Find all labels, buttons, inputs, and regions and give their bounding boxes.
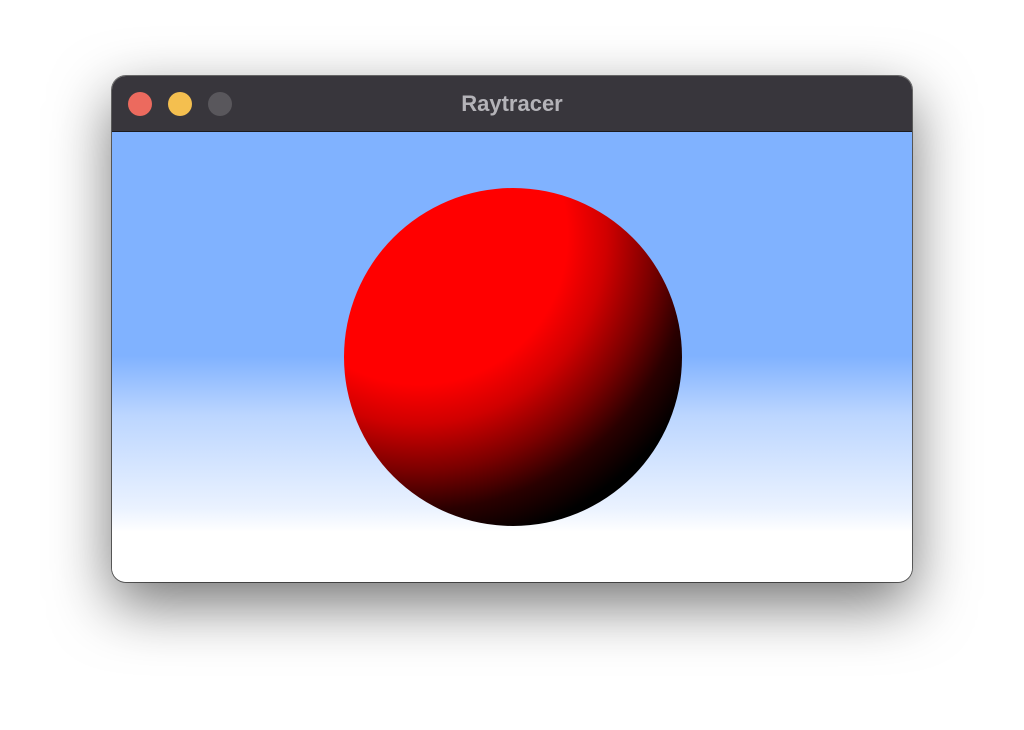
render-viewport [112, 132, 912, 582]
rendered-sphere [344, 188, 682, 526]
window-title: Raytracer [461, 91, 563, 116]
app-window: Raytracer [112, 76, 912, 582]
title-bar[interactable]: Raytracer [112, 76, 912, 132]
